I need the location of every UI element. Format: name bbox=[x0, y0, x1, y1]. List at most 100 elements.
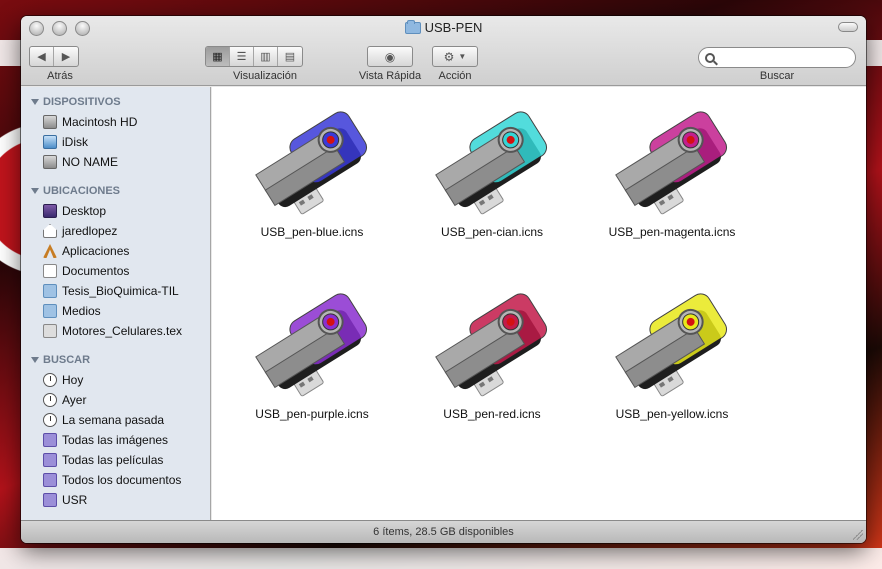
icon-view-icon: ▦ bbox=[212, 51, 223, 63]
coverflow-view-button[interactable]: ▤ bbox=[278, 47, 302, 66]
file-name: USB_pen-cian.icns bbox=[440, 225, 544, 239]
eye-icon: ◉ bbox=[384, 49, 396, 64]
sidebar-item-label: La semana pasada bbox=[62, 413, 165, 427]
file-name: USB_pen-magenta.icns bbox=[608, 225, 736, 239]
column-view-button[interactable]: ▥ bbox=[254, 47, 278, 66]
list-view-icon: ☰ bbox=[236, 51, 247, 63]
sidebar-item-idisk[interactable]: iDisk bbox=[21, 132, 210, 152]
clock-icon bbox=[43, 413, 57, 427]
sidebar-section-devices[interactable]: DISPOSITIVOS bbox=[21, 92, 210, 112]
file-item[interactable]: USB_pen-yellow.icns bbox=[587, 281, 757, 421]
gear-icon: ⚙ bbox=[443, 49, 455, 64]
file-name: USB_pen-red.icns bbox=[443, 407, 541, 421]
usb-drive-icon bbox=[615, 111, 728, 215]
smart-folder-icon bbox=[43, 473, 57, 487]
sidebar-item-last-week[interactable]: La semana pasada bbox=[21, 410, 210, 430]
list-view-button[interactable]: ☰ bbox=[230, 47, 254, 66]
clock-icon bbox=[43, 373, 57, 387]
forward-button[interactable]: ▶ bbox=[54, 47, 78, 66]
sidebar-item-label: NO NAME bbox=[62, 155, 119, 169]
status-text: 6 ítems, 28.5 GB disponibles bbox=[373, 526, 514, 538]
sidebar-item-all-documents[interactable]: Todos los documentos bbox=[21, 470, 210, 490]
file-name: USB_pen-purple.icns bbox=[255, 407, 369, 421]
search-field[interactable] bbox=[698, 47, 856, 68]
status-bar: 6 ítems, 28.5 GB disponibles bbox=[21, 520, 866, 543]
sidebar-item-label: Todas las películas bbox=[62, 453, 164, 467]
sidebar-item-label: Hoy bbox=[62, 373, 84, 387]
smart-folder-icon bbox=[43, 453, 57, 467]
quicklook-button[interactable]: ◉ bbox=[367, 46, 413, 67]
window-title-text: USB-PEN bbox=[424, 20, 483, 35]
documents-icon bbox=[43, 264, 57, 278]
back-label: Atrás bbox=[47, 70, 73, 82]
desktop-icon bbox=[43, 204, 57, 218]
usb-drive-icon bbox=[255, 293, 368, 397]
resize-grip-icon[interactable] bbox=[853, 530, 863, 540]
icon-view-button[interactable]: ▦ bbox=[206, 47, 230, 66]
action-label: Acción bbox=[438, 70, 472, 82]
sidebar-item-all-movies[interactable]: Todas las películas bbox=[21, 450, 210, 470]
sidebar-item-label: Desktop bbox=[62, 204, 107, 218]
sidebar-item-label: Todas las imágenes bbox=[62, 433, 169, 447]
sidebar-section-title: UBICACIONES bbox=[43, 185, 121, 197]
sidebar-item-all-images[interactable]: Todas las imágenes bbox=[21, 430, 210, 450]
sidebar-section-title: BUSCAR bbox=[43, 354, 91, 366]
file-grid: USB_pen-blue.icns USB_pen-cian.icns USB_… bbox=[212, 87, 866, 520]
sidebar-item-label: Documentos bbox=[62, 264, 130, 278]
back-button[interactable]: ◀ bbox=[30, 47, 54, 66]
back-arrow-icon: ◀ bbox=[37, 51, 46, 63]
folder-icon bbox=[43, 304, 57, 318]
clock-icon bbox=[43, 393, 57, 407]
sidebar-item-yesterday[interactable]: Ayer bbox=[21, 390, 210, 410]
search-icon bbox=[705, 52, 715, 63]
tex-file-icon bbox=[43, 324, 57, 338]
search-input[interactable] bbox=[719, 51, 849, 64]
hard-drive-icon bbox=[43, 155, 57, 169]
sidebar-item-tesis[interactable]: Tesis_BioQuimica-TIL bbox=[21, 281, 210, 301]
action-menu-button[interactable]: ⚙ ▼ bbox=[432, 46, 478, 67]
sidebar-item-applications[interactable]: Aplicaciones bbox=[21, 241, 210, 261]
sidebar-item-motores[interactable]: Motores_Celulares.tex bbox=[21, 321, 210, 341]
toolbar-toggle-button[interactable] bbox=[838, 22, 858, 32]
view-label: Visualización bbox=[232, 70, 297, 82]
disclosure-triangle-icon bbox=[31, 99, 39, 105]
sidebar-item-desktop[interactable]: Desktop bbox=[21, 201, 210, 221]
sidebar-item-label: Medios bbox=[62, 304, 101, 318]
finder-window: USB-PEN ◀ ▶ Atrás ▦ ☰ ▥ ▤ Visualización … bbox=[21, 16, 866, 543]
home-icon bbox=[43, 224, 57, 238]
idisk-icon bbox=[43, 135, 57, 149]
column-view-icon: ▥ bbox=[260, 51, 271, 63]
sidebar-section-search[interactable]: BUSCAR bbox=[21, 350, 210, 370]
sidebar-item-label: iDisk bbox=[62, 135, 88, 149]
file-name: USB_pen-blue.icns bbox=[260, 225, 364, 239]
file-item[interactable]: USB_pen-cian.icns bbox=[407, 99, 577, 239]
coverflow-view-icon: ▤ bbox=[284, 51, 296, 63]
view-mode-control: ▦ ☰ ▥ ▤ bbox=[205, 46, 303, 67]
sidebar-item-label: USR bbox=[62, 493, 88, 507]
sidebar-item-label: Macintosh HD bbox=[62, 115, 138, 129]
usb-drive-icon bbox=[255, 111, 368, 215]
file-item[interactable]: USB_pen-red.icns bbox=[407, 281, 577, 421]
usb-drive-icon bbox=[435, 111, 548, 215]
usb-drive-icon bbox=[615, 293, 728, 397]
sidebar-item-home[interactable]: jaredlopez bbox=[21, 221, 210, 241]
disclosure-triangle-icon bbox=[31, 357, 39, 363]
smart-folder-icon bbox=[43, 493, 57, 507]
quicklook-label: Vista Rápida bbox=[358, 70, 422, 82]
sidebar-item-documents[interactable]: Documentos bbox=[21, 261, 210, 281]
sidebar-item-usr[interactable]: USR bbox=[21, 490, 210, 510]
file-item[interactable]: USB_pen-magenta.icns bbox=[587, 99, 757, 239]
sidebar-item-today[interactable]: Hoy bbox=[21, 370, 210, 390]
toolbar: USB-PEN ◀ ▶ Atrás ▦ ☰ ▥ ▤ Visualización … bbox=[21, 16, 866, 86]
sidebar-item-label: Motores_Celulares.tex bbox=[62, 324, 183, 338]
sidebar: DISPOSITIVOS Macintosh HD iDisk NO NAME … bbox=[21, 87, 211, 520]
sidebar-item-no-name[interactable]: NO NAME bbox=[21, 152, 210, 172]
sidebar-item-macintosh-hd[interactable]: Macintosh HD bbox=[21, 112, 210, 132]
desktop-wallpaper-stripe bbox=[0, 548, 882, 569]
folder-icon bbox=[43, 284, 57, 298]
file-item[interactable]: USB_pen-purple.icns bbox=[227, 281, 397, 421]
sidebar-section-places[interactable]: UBICACIONES bbox=[21, 181, 210, 201]
hard-drive-icon bbox=[43, 115, 57, 129]
sidebar-item-medios[interactable]: Medios bbox=[21, 301, 210, 321]
file-item[interactable]: USB_pen-blue.icns bbox=[227, 99, 397, 239]
